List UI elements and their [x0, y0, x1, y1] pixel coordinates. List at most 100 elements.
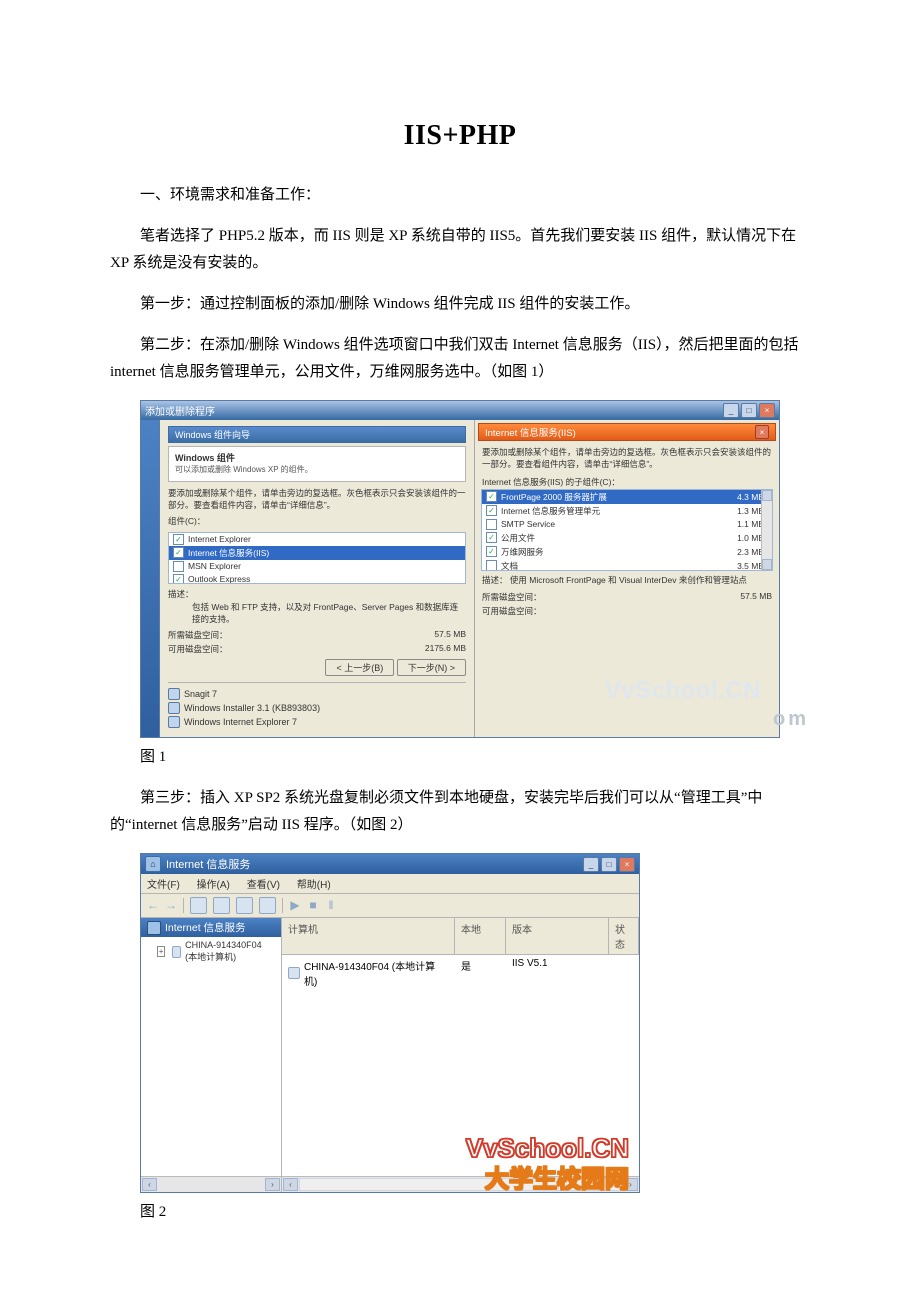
iis-sub-label: Internet 信息服务(IIS) 的子组件(C)：: [478, 474, 776, 489]
checkbox-icon[interactable]: ✓: [486, 491, 497, 502]
list-item-label: Outlook Express: [188, 574, 250, 584]
grid-row[interactable]: CHINA-914340F04 (本地计算机) 是 IIS V5.1: [282, 955, 639, 991]
req-space-val: 57.5 MB: [434, 629, 466, 641]
grid-panel: 计算机 本地 版本 状态 CHINA-914340F04 (本地计算机) 是 I…: [282, 918, 639, 1192]
wizard-titlebar: Windows 组件向导: [168, 426, 466, 443]
fig1-outer-title: 添加或删除程序: [145, 403, 721, 418]
menu-help[interactable]: 帮助(H): [297, 880, 331, 891]
fig1-outer-titlebar: 添加或删除程序 _ □ ×: [141, 401, 779, 420]
computer-icon: [288, 967, 300, 979]
checkbox-icon[interactable]: ✓: [173, 547, 184, 558]
tree-root[interactable]: Internet 信息服务: [141, 918, 281, 937]
grid-cell: [609, 955, 639, 991]
program-item: Snagit 7: [184, 689, 217, 699]
wizard-desc: 要添加或删除某个组件，请单击旁边的复选框。灰色框表示只会安装该组件的一部分。要查…: [168, 488, 466, 512]
list-item-label: 公用文件: [501, 532, 535, 544]
maximize-button[interactable]: □: [601, 857, 617, 872]
expand-icon[interactable]: +: [157, 946, 165, 957]
free-space-val: 2175.6 MB: [425, 643, 466, 655]
iis-req-space-label: 所需磁盘空间：: [482, 591, 542, 603]
figure-1: 添加或删除程序 _ □ × Windows 组件向导 Windows 组件 可以…: [140, 400, 780, 738]
fig1-sidebar: [141, 420, 160, 737]
scroll-left-icon[interactable]: ‹: [142, 1178, 157, 1191]
toolbar-icon[interactable]: [259, 897, 276, 914]
list-item-label: SMTP Service: [501, 519, 555, 529]
checkbox-icon[interactable]: ✓: [486, 532, 497, 543]
program-icon: [168, 716, 180, 728]
program-icon: [168, 688, 180, 700]
tree-panel[interactable]: Internet 信息服务 + CHINA-914340F04 (本地计算机) …: [141, 918, 282, 1192]
checkbox-icon[interactable]: [486, 560, 497, 571]
separator: [183, 898, 184, 913]
checkbox-icon[interactable]: [173, 561, 184, 572]
app-icon: ⌂: [145, 856, 161, 872]
component-label: 组件(C)：: [168, 516, 466, 528]
forward-icon[interactable]: →: [165, 898, 177, 913]
menu-bar[interactable]: 文件(F) 操作(A) 查看(V) 帮助(H): [141, 874, 639, 894]
checkbox-icon[interactable]: ✓: [173, 534, 184, 545]
scroll-right-icon[interactable]: ›: [265, 1178, 280, 1191]
list-item-label: Internet Explorer: [188, 534, 251, 544]
component-list[interactable]: ✓Internet Explorer ✓Internet 信息服务(IIS) M…: [168, 532, 466, 584]
paragraph-2: 笔者选择了 PHP5.2 版本，而 IIS 则是 XP 系统自带的 IIS5。首…: [110, 223, 810, 277]
scroll-right-icon[interactable]: ›: [623, 1178, 638, 1191]
col-version[interactable]: 版本: [506, 918, 609, 954]
play-icon[interactable]: ▶: [289, 898, 301, 913]
tree-h-scrollbar[interactable]: ‹ ›: [141, 1176, 281, 1192]
col-status[interactable]: 状态: [609, 918, 639, 954]
toolbar-icon[interactable]: [190, 897, 207, 914]
scrollbar[interactable]: [761, 490, 772, 570]
grid-h-scrollbar[interactable]: ‹ ›: [282, 1176, 639, 1192]
back-button[interactable]: < 上一步(B): [325, 659, 394, 676]
close-button[interactable]: ×: [759, 403, 775, 418]
iis-note-label: 描述：: [482, 575, 508, 585]
back-icon[interactable]: ←: [147, 898, 159, 913]
grid-cell: CHINA-914340F04 (本地计算机): [304, 958, 448, 988]
col-computer[interactable]: 计算机: [282, 918, 455, 954]
checkbox-icon[interactable]: ✓: [486, 546, 497, 557]
program-item: Windows Installer 3.1 (KB893803): [184, 703, 320, 713]
pause-icon[interactable]: ‖: [325, 898, 337, 913]
figure-2: ⌂ Internet 信息服务 _ □ × 文件(F) 操作(A) 查看(V) …: [140, 853, 640, 1193]
list-item-size: 4.3 MB: [737, 492, 764, 502]
fig2-titlebar: ⌂ Internet 信息服务 _ □ ×: [141, 854, 639, 874]
iis-note-text: 使用 Microsoft FrontPage 和 Visual InterDev…: [510, 575, 747, 585]
maximize-button[interactable]: □: [741, 403, 757, 418]
checkbox-icon[interactable]: ✓: [173, 574, 184, 584]
toolbar-icon[interactable]: [236, 897, 253, 914]
minimize-button[interactable]: _: [583, 857, 599, 872]
list-item-size: 2.3 MB: [737, 547, 764, 557]
toolbar-icon[interactable]: [213, 897, 230, 914]
iis-free-space-label: 可用磁盘空间：: [482, 605, 542, 617]
scroll-left-icon[interactable]: ‹: [283, 1178, 298, 1191]
iis-req-space-val: 57.5 MB: [740, 591, 772, 603]
close-icon[interactable]: ×: [755, 425, 769, 439]
checkbox-icon[interactable]: [486, 519, 497, 530]
installed-programs-list: Snagit 7 Windows Installer 3.1 (KB893803…: [168, 682, 466, 729]
tree-root-label: Internet 信息服务: [165, 920, 246, 935]
checkbox-icon[interactable]: ✓: [486, 505, 497, 516]
list-item-label: Internet 信息服务管理单元: [501, 505, 600, 517]
paragraph-4: 第二步：在添加/删除 Windows 组件选项窗口中我们双击 Internet …: [110, 332, 810, 386]
next-button[interactable]: 下一步(N) >: [397, 659, 466, 676]
program-item: Windows Internet Explorer 7: [184, 717, 297, 727]
toolbar: ← → ▶ ■ ‖: [141, 894, 639, 918]
grid-header: 计算机 本地 版本 状态: [282, 918, 639, 955]
tree-node[interactable]: + CHINA-914340F04 (本地计算机): [141, 937, 281, 966]
stop-icon[interactable]: ■: [307, 898, 319, 913]
tree-node-label: CHINA-914340F04 (本地计算机): [185, 940, 275, 963]
note-text: 包括 Web 和 FTP 支持，以及对 FrontPage、Server Pag…: [168, 602, 466, 626]
close-button[interactable]: ×: [619, 857, 635, 872]
list-item-label: 万维网服务: [501, 546, 544, 558]
menu-view[interactable]: 查看(V): [247, 880, 280, 891]
program-icon: [168, 702, 180, 714]
minimize-button[interactable]: _: [723, 403, 739, 418]
scroll-track[interactable]: [299, 1178, 622, 1191]
iis-subcomponent-list[interactable]: ✓FrontPage 2000 服务器扩展4.3 MB ✓Internet 信息…: [481, 489, 773, 571]
tree-root-icon: [147, 921, 161, 935]
menu-file[interactable]: 文件(F): [147, 880, 180, 891]
iis-dialog-title: Internet 信息服务(IIS): [485, 425, 576, 439]
menu-action[interactable]: 操作(A): [197, 880, 230, 891]
col-local[interactable]: 本地: [455, 918, 506, 954]
page-title: IIS+PHP: [110, 120, 810, 152]
